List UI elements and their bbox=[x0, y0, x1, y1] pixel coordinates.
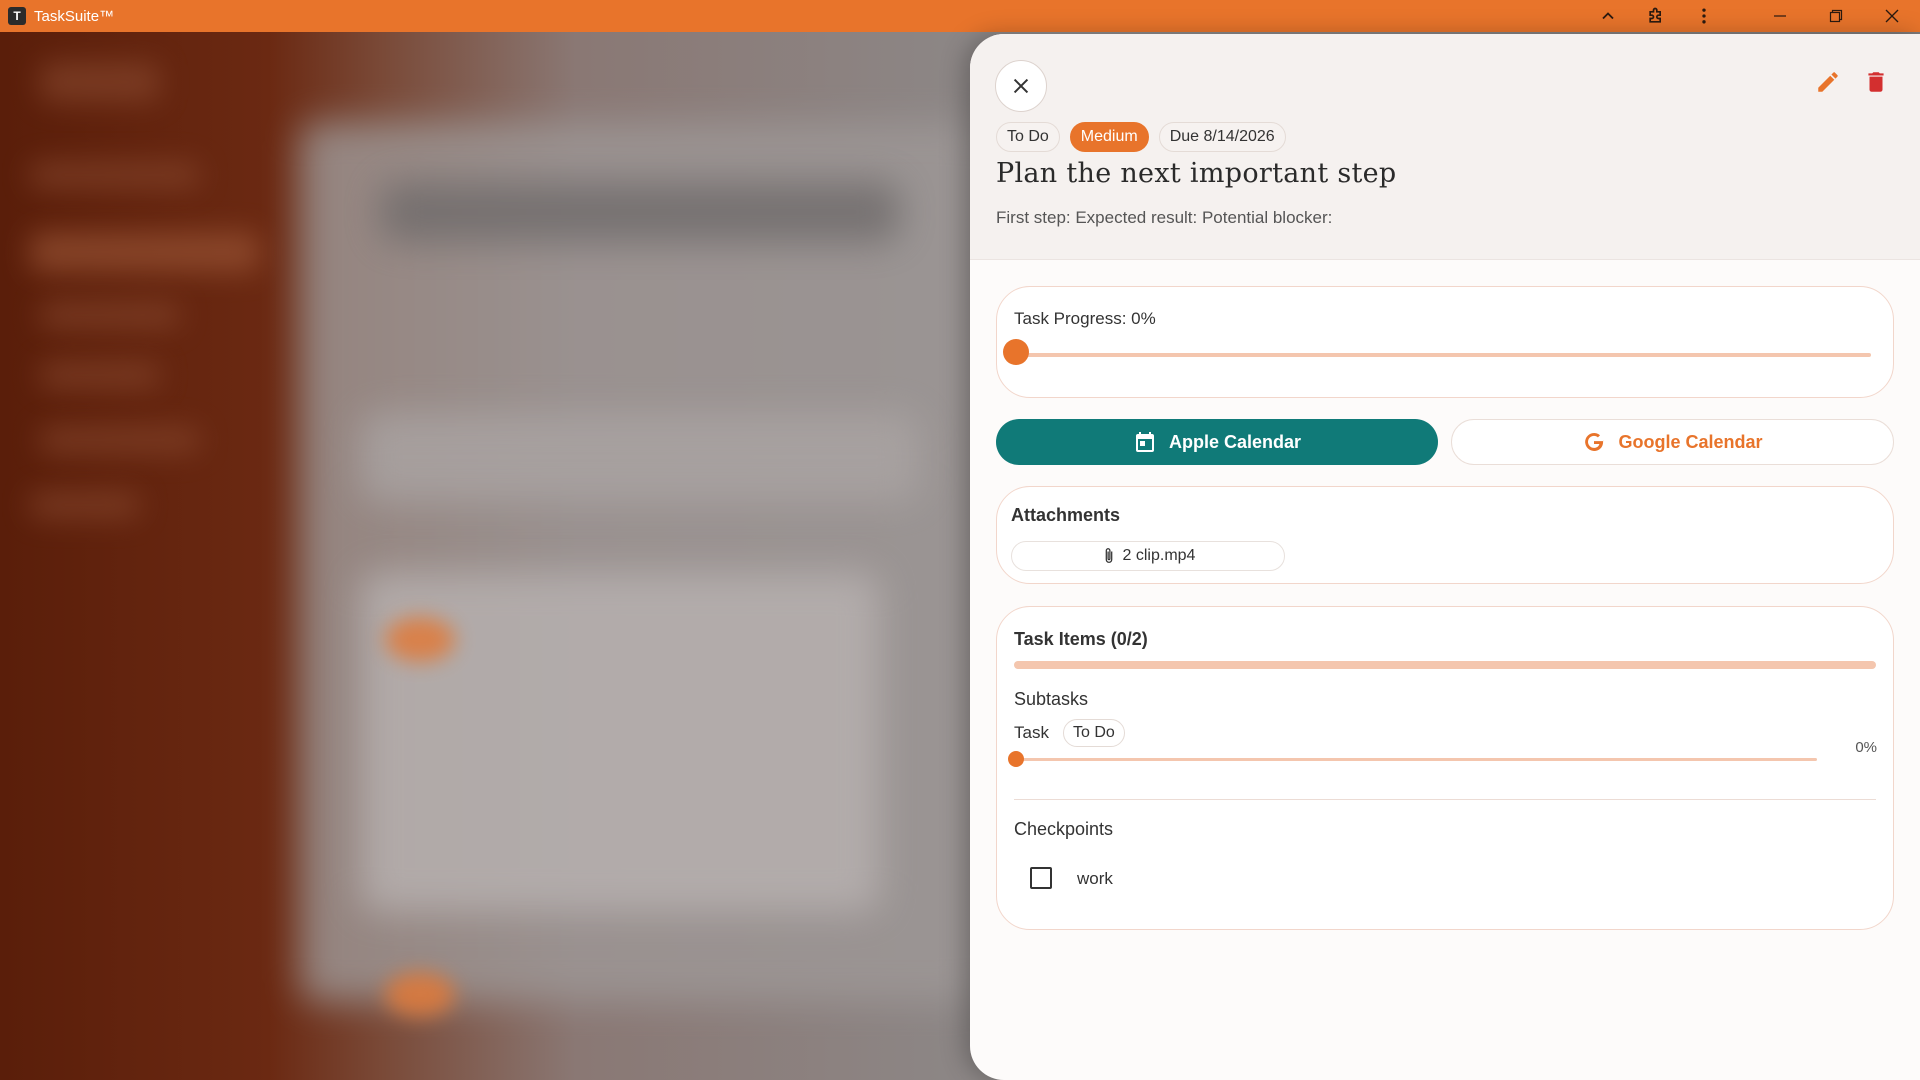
more-vertical-icon[interactable] bbox=[1680, 0, 1728, 32]
subtask-name: Task bbox=[1014, 723, 1049, 742]
task-meta-chips: To Do Medium Due 8/14/2026 bbox=[996, 122, 1286, 152]
task-header: To Do Medium Due 8/14/2026 Plan the next… bbox=[970, 34, 1920, 260]
edit-button[interactable] bbox=[1810, 64, 1846, 100]
extensions-icon[interactable] bbox=[1632, 0, 1680, 32]
close-panel-button[interactable] bbox=[995, 60, 1047, 112]
divider bbox=[1014, 799, 1876, 800]
google-calendar-label: Google Calendar bbox=[1618, 431, 1763, 452]
subtask-progress-slider-thumb[interactable] bbox=[1008, 751, 1024, 767]
attachment-filename: 2 clip.mp4 bbox=[1122, 547, 1196, 564]
pencil-icon bbox=[1818, 72, 1838, 92]
checkpoint-label: work bbox=[1077, 869, 1113, 888]
paperclip-icon bbox=[1105, 548, 1112, 563]
attachments-heading: Attachments bbox=[1011, 505, 1121, 525]
task-progress-card: Task Progress: 0% bbox=[996, 286, 1894, 398]
google-calendar-button[interactable]: Google Calendar bbox=[1451, 419, 1894, 465]
task-progress-track[interactable] bbox=[1019, 353, 1871, 357]
apple-calendar-button[interactable]: Apple Calendar bbox=[996, 419, 1438, 465]
due-date-badge: Due 8/14/2026 bbox=[1158, 122, 1286, 152]
checkpoints-heading: Checkpoints bbox=[1014, 819, 1114, 839]
delete-button[interactable] bbox=[1858, 64, 1894, 100]
task-description: First step: Expected result: Potential b… bbox=[996, 208, 1333, 227]
task-progress-slider-thumb[interactable] bbox=[1003, 339, 1029, 365]
app-logo-icon: T bbox=[8, 7, 26, 25]
priority-badge: Medium bbox=[1069, 122, 1149, 152]
restore-button[interactable] bbox=[1808, 0, 1864, 32]
trash-icon bbox=[1868, 72, 1884, 92]
task-items-heading: Task Items (0/2) bbox=[1014, 629, 1148, 649]
minimize-button[interactable] bbox=[1752, 0, 1808, 32]
calendar-icon bbox=[1135, 432, 1154, 452]
subtask-progress-track[interactable] bbox=[1017, 758, 1817, 761]
task-items-card: Task Items (0/2) Subtasks Task To Do 0% … bbox=[996, 606, 1894, 930]
apple-calendar-label: Apple Calendar bbox=[1168, 431, 1302, 452]
subtasks-heading: Subtasks bbox=[1014, 689, 1089, 709]
chevron-up-icon[interactable] bbox=[1584, 0, 1632, 32]
task-detail-panel: To Do Medium Due 8/14/2026 Plan the next… bbox=[970, 34, 1920, 1080]
close-window-button[interactable] bbox=[1864, 0, 1920, 32]
app-title: TaskSuite™ bbox=[34, 7, 115, 25]
subtask-status-badge[interactable]: To Do bbox=[1063, 719, 1125, 747]
attachment-file[interactable]: 2 clip.mp4 bbox=[1011, 541, 1285, 571]
close-icon bbox=[1013, 78, 1029, 94]
attachments-card: Attachments 2 clip.mp4 bbox=[996, 486, 1894, 584]
google-icon bbox=[1585, 433, 1604, 451]
subtask-progress-percent: 0% bbox=[1855, 739, 1877, 756]
task-progress-label: Task Progress: 0% bbox=[1014, 309, 1156, 328]
task-title: Plan the next important step bbox=[996, 158, 1397, 189]
title-bar: T TaskSuite™ bbox=[0, 0, 1920, 32]
checkpoint-checkbox[interactable] bbox=[1030, 867, 1052, 889]
task-items-progress-bar bbox=[1014, 661, 1876, 669]
status-badge: To Do bbox=[996, 122, 1060, 152]
